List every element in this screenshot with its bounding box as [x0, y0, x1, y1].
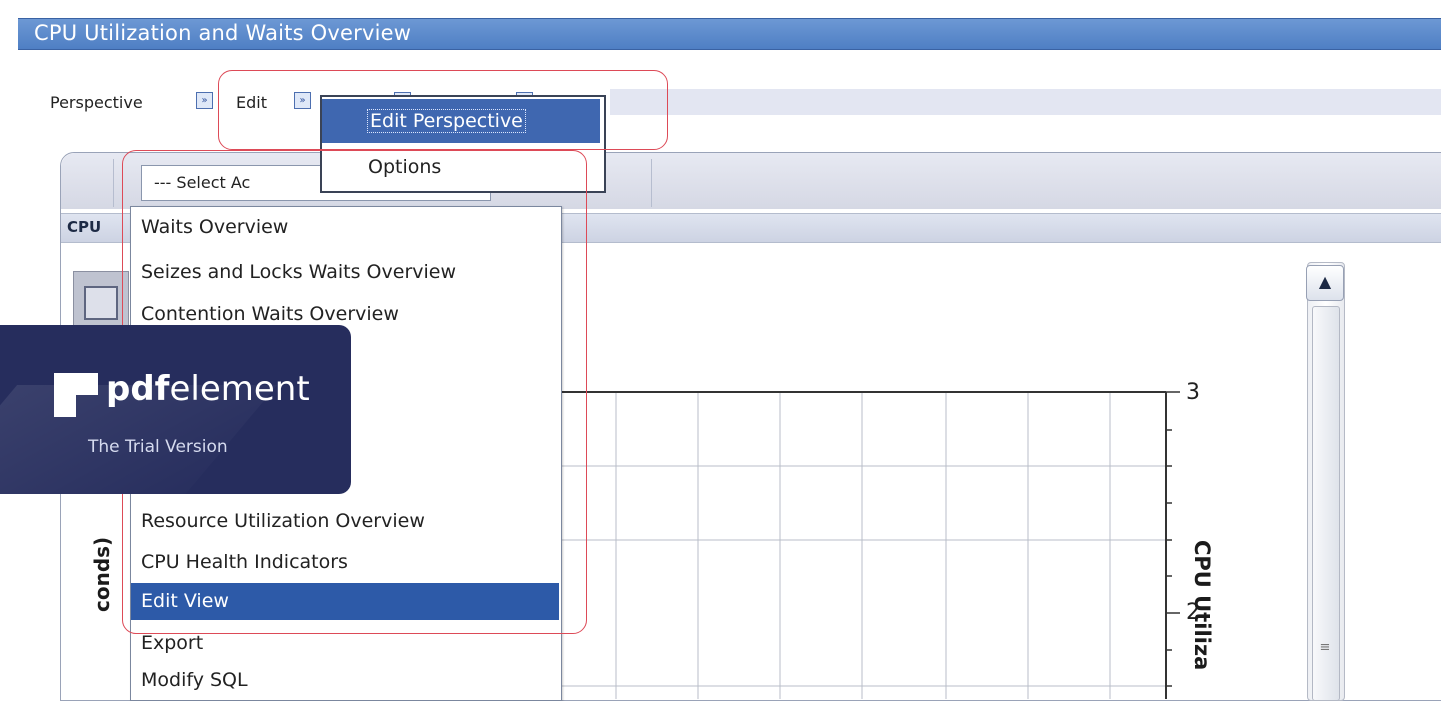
dropdown-item[interactable]: Modify SQL [131, 662, 559, 699]
menu-item-label: Options [368, 156, 442, 178]
dropdown-item[interactable]: CPU Health Indicators [131, 544, 559, 581]
watermark-brand-bold: pdf [106, 369, 170, 409]
watermark-banner: pdfelement The Trial Version [0, 325, 351, 494]
dropdown-item[interactable]: Export [131, 625, 559, 662]
watermark-brand: pdfelement [106, 369, 310, 409]
menu-item-edit-perspective[interactable]: Edit Perspective [322, 99, 600, 143]
watermark-subtitle: The Trial Version [88, 437, 228, 457]
menu-item-options[interactable]: Options [322, 145, 600, 189]
menu-item-label: Edit Perspective [367, 109, 526, 133]
dropdown-item[interactable]: Resource Utilization Overview [131, 503, 559, 540]
chevron-up-icon[interactable]: ▲ [1306, 265, 1344, 301]
dropdown-item-selected[interactable]: Edit View [131, 583, 559, 620]
edit-context-menu[interactable]: Edit Perspective Options [320, 95, 606, 193]
right-axis-ticks [1166, 391, 1180, 687]
watermark-brand-rest: element [169, 369, 310, 409]
chart-grid [560, 392, 1166, 699]
right-axis-label: CPU Utiliza [1190, 540, 1214, 671]
left-axis-label: conds) [90, 536, 114, 612]
right-tick-label: 3 [1186, 380, 1200, 405]
pdfelement-logo-icon [54, 373, 98, 417]
dropdown-item[interactable]: Waits Overview [131, 209, 559, 246]
grip-icon: ≡ [1319, 640, 1331, 655]
dropdown-item[interactable]: Seizes and Locks Waits Overview [131, 254, 559, 291]
